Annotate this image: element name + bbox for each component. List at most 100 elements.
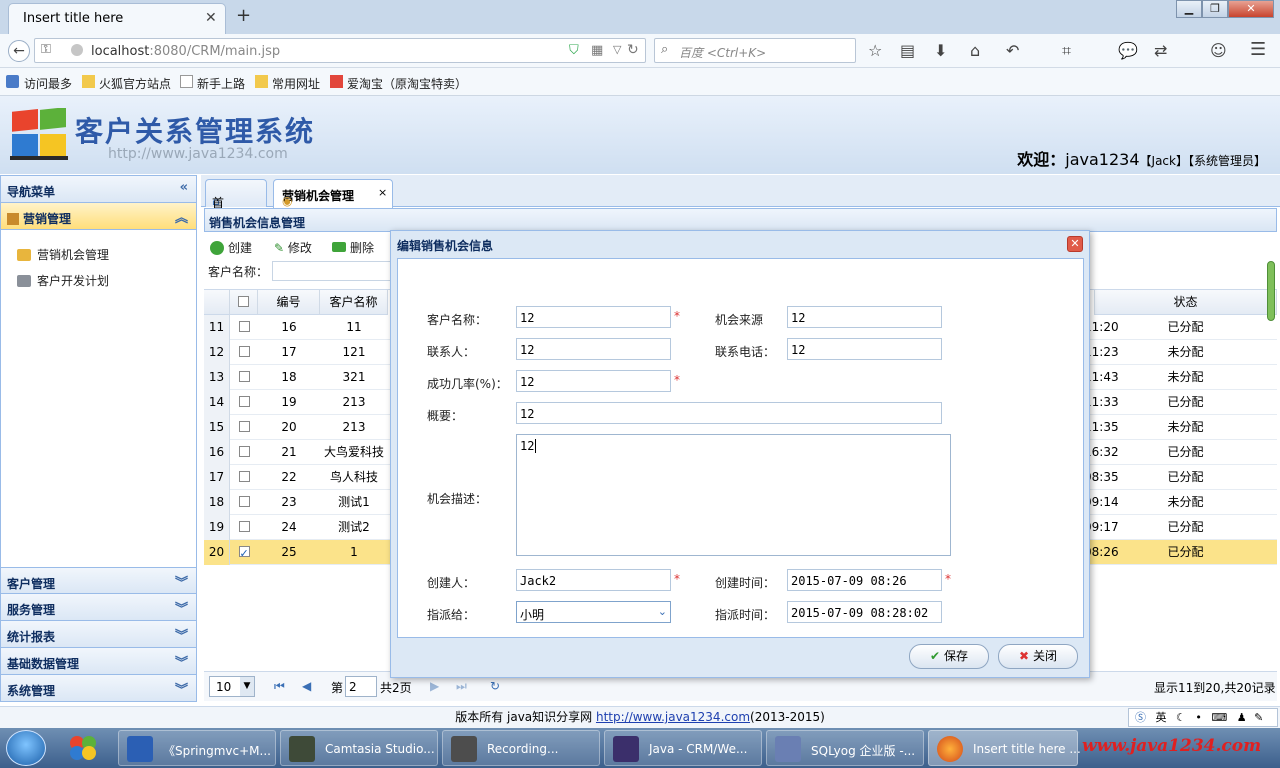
accordion-system[interactable]: 系统管理 ︾ — [1, 675, 196, 702]
row-checkbox[interactable] — [230, 515, 258, 540]
collapse-sidebar-icon[interactable]: « — [180, 180, 188, 195]
rate-field[interactable]: 12 — [516, 370, 671, 392]
pinwheel-app-icon[interactable] — [66, 734, 100, 762]
select-all-checkbox[interactable] — [230, 290, 258, 315]
phone-field[interactable]: 12 — [787, 338, 942, 360]
checkbox[interactable] — [238, 542, 250, 565]
bookmark-common-sites[interactable]: 常用网址 — [272, 75, 320, 92]
row-checkbox[interactable] — [230, 340, 258, 365]
summary-field[interactable]: 12 — [516, 402, 942, 424]
page-number-input[interactable]: 2 — [345, 676, 377, 697]
shield-icon[interactable]: ⛉ — [569, 43, 579, 58]
delete-button[interactable]: 删除 — [332, 239, 374, 256]
sync-icon[interactable]: ⇄ — [1154, 41, 1167, 60]
task-camtasia[interactable]: Camtasia Studio... — [280, 730, 438, 766]
contact-field[interactable]: 12 — [516, 338, 671, 360]
checkbox[interactable] — [238, 471, 250, 482]
creator-field[interactable]: Jack2 — [516, 569, 671, 591]
chevron-down-icon[interactable]: ︾ — [175, 652, 188, 671]
task-eclipse[interactable]: Java - CRM/We... — [604, 730, 762, 766]
accordion-service[interactable]: 服务管理 ︾ — [1, 594, 196, 621]
row-checkbox[interactable] — [230, 315, 258, 340]
edit-button[interactable]: ✎ 修改 — [274, 239, 312, 256]
ctime-field[interactable]: 2015-07-09 08:26 — [787, 569, 942, 591]
bookmark-taobao[interactable]: 爱淘宝（原淘宝特卖） — [347, 75, 467, 92]
dialog-close-icon[interactable]: ✕ — [1067, 236, 1083, 252]
ime-toolbar[interactable]: Ⓢ 英 ☾ • ⌨ ♟ ✎ — [1128, 708, 1278, 727]
start-button[interactable] — [6, 730, 46, 766]
customer-field[interactable]: 12 — [516, 306, 671, 328]
checkbox[interactable] — [238, 446, 250, 457]
checkbox[interactable] — [238, 371, 250, 382]
desc-textarea[interactable]: 12 — [516, 434, 951, 556]
assign-select[interactable]: 小明 ⌄ — [516, 601, 671, 623]
maximize-icon[interactable]: ❐ — [1202, 0, 1228, 18]
close-tab-icon[interactable]: ✕ — [205, 10, 217, 26]
close-window-icon[interactable]: ✕ — [1228, 0, 1274, 18]
row-checkbox[interactable] — [230, 465, 258, 490]
chevron-down-icon[interactable]: ︾ — [175, 625, 188, 644]
row-checkbox[interactable] — [230, 390, 258, 415]
col-id-header[interactable]: 编号 — [258, 290, 320, 315]
sidebar-item-dev-plan[interactable]: 客户开发计划 — [17, 272, 109, 289]
row-checkbox[interactable] — [230, 490, 258, 515]
col-status-header[interactable]: 状态 — [1094, 290, 1277, 315]
accordion-base-data[interactable]: 基础数据管理 ︾ — [1, 648, 196, 675]
browser-tab[interactable]: Insert title here ✕ — [8, 3, 226, 34]
bookmark-firefox-site[interactable]: 火狐官方站点 — [99, 75, 171, 92]
minimize-icon[interactable]: ▁ — [1176, 0, 1202, 18]
url-bar[interactable]: ⚿ localhost:8080/CRM/main.jsp ⛉ ▦ ▽ ↻ — [34, 38, 646, 63]
accordion-marketing[interactable]: 营销管理 ︽ — [1, 203, 196, 230]
page-size-select[interactable]: 10 ▼ — [209, 676, 255, 697]
last-page-icon[interactable]: ⏭ — [456, 679, 467, 694]
new-tab-icon[interactable]: + — [236, 5, 251, 26]
undo-icon[interactable]: ↶ — [1006, 41, 1019, 60]
tab-home[interactable]: ⌂ 首页 — [205, 179, 267, 227]
customer-search-input[interactable] — [272, 261, 402, 281]
checkbox[interactable] — [238, 421, 250, 432]
qr-icon[interactable]: ▦ — [591, 43, 603, 58]
download-icon[interactable]: ⬇ — [934, 41, 947, 60]
checkbox[interactable] — [238, 496, 250, 507]
back-icon[interactable]: ← — [8, 40, 30, 62]
accordion-customer[interactable]: 客户管理 ︾ — [1, 567, 196, 594]
chevron-down-icon[interactable]: ︾ — [175, 572, 188, 591]
reading-list-icon[interactable]: ▤ — [900, 41, 915, 60]
search-box[interactable]: ⌕ 百度 <Ctrl+K> — [654, 38, 856, 63]
chevron-down-icon[interactable]: ︾ — [175, 679, 188, 698]
col-customer-header[interactable]: 客户名称 — [320, 290, 388, 315]
scrollbar-thumb[interactable] — [1267, 261, 1275, 321]
home-icon[interactable]: ⌂ — [970, 41, 980, 60]
reload-icon[interactable]: ↻ — [627, 42, 639, 58]
dropdown-icon[interactable]: ▽ — [613, 43, 621, 56]
checkbox[interactable] — [238, 346, 250, 357]
footer-link[interactable]: http://www.java1234.com — [596, 710, 750, 724]
menu-icon[interactable]: ☰ — [1250, 39, 1266, 60]
refresh-icon[interactable]: ↻ — [490, 679, 500, 693]
star-icon[interactable]: ☆ — [868, 41, 882, 60]
next-page-icon[interactable]: ▶ — [430, 679, 439, 693]
tab-opportunity[interactable]: ◉ 营销机会管理 × — [273, 179, 393, 208]
prev-page-icon[interactable]: ◀ — [302, 679, 311, 693]
checkbox[interactable] — [238, 321, 250, 332]
chevron-up-icon[interactable]: ︽ — [175, 207, 188, 226]
source-field[interactable]: 12 — [787, 306, 942, 328]
save-button[interactable]: ✔ 保存 — [909, 644, 989, 669]
row-checkbox[interactable] — [230, 540, 258, 565]
bookmark-getting-started[interactable]: 新手上路 — [197, 75, 245, 92]
row-checkbox[interactable] — [230, 440, 258, 465]
close-button[interactable]: ✖ 关闭 — [998, 644, 1078, 669]
row-checkbox[interactable] — [230, 415, 258, 440]
checkbox[interactable] — [238, 521, 250, 532]
task-sqlyog[interactable]: SQLyog 企业版 -... — [766, 730, 924, 766]
smile-icon[interactable]: ☺ — [1210, 41, 1227, 60]
bookmark-most-visited[interactable]: 访问最多 — [24, 75, 72, 92]
close-tab-icon[interactable]: × — [378, 186, 387, 199]
crop-icon[interactable]: ⌗ — [1062, 41, 1071, 61]
row-checkbox[interactable] — [230, 365, 258, 390]
first-page-icon[interactable]: ⏮ — [274, 679, 285, 694]
task-firefox[interactable]: Insert title here ... — [928, 730, 1081, 766]
create-button[interactable]: 创建 — [210, 239, 252, 256]
chevron-down-icon[interactable]: ︾ — [175, 598, 188, 617]
task-word[interactable]: 《Springmvc+M... — [118, 730, 276, 766]
